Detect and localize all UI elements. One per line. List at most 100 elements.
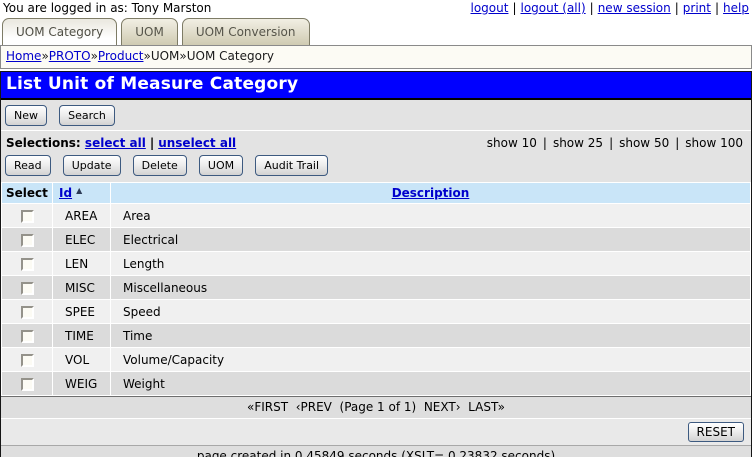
session-links: logout|logout (all)|new session|print|he… <box>471 1 750 15</box>
show-25-link[interactable]: show 25 <box>553 136 603 150</box>
select-cell <box>2 324 52 347</box>
separator: | <box>543 136 547 150</box>
cell-id: AREA <box>53 204 110 227</box>
id-sort-link[interactable]: Id <box>59 186 72 200</box>
delete-button[interactable]: Delete <box>133 155 187 176</box>
cell-description: Speed <box>111 300 750 323</box>
read-button[interactable]: Read <box>5 155 51 176</box>
table-row: ELEC Electrical <box>2 228 750 251</box>
select-cell <box>2 348 52 371</box>
separator: | <box>150 136 154 150</box>
separator: | <box>609 136 613 150</box>
select-cell <box>2 300 52 323</box>
select-cell <box>2 276 52 299</box>
description-sort-link[interactable]: Description <box>392 186 470 200</box>
select-column-header: Select <box>2 183 52 203</box>
page-size-options: show 10 | show 25 | show 50 | show 100 <box>487 136 743 150</box>
row-checkbox[interactable] <box>21 210 34 223</box>
cell-description: Volume/Capacity <box>111 348 750 371</box>
new-session-link[interactable]: new session <box>598 1 671 15</box>
cell-id: TIME <box>53 324 110 347</box>
separator: | <box>512 1 516 15</box>
table-row: TIME Time <box>2 324 750 347</box>
selections-row: Selections: select all | unselect all show… <box>1 131 751 152</box>
page-title: List Unit of Measure Category <box>1 72 751 100</box>
pagination-bar: «FIRST ‹PREV (Page 1 of 1) NEXT› LAST» <box>1 396 751 418</box>
breadcrumb-separator: » <box>91 49 98 63</box>
footer-text: page created in 0.45849 seconds (XSLT= 0… <box>1 446 751 457</box>
table-row: WEIG Weight <box>2 372 750 395</box>
cell-description: Area <box>111 204 750 227</box>
cell-description: Length <box>111 252 750 275</box>
toolbar-actions: Read Update Delete UOM Audit Trail <box>1 152 751 182</box>
login-bar: You are logged in as: Tony Marston logou… <box>0 0 752 16</box>
unselect-all-link[interactable]: unselect all <box>158 136 236 150</box>
cell-description: Weight <box>111 372 750 395</box>
tab-strip: UOM Category UOM UOM Conversion <box>0 16 752 45</box>
logout-all-link[interactable]: logout (all) <box>521 1 586 15</box>
row-checkbox[interactable] <box>21 282 34 295</box>
cell-description: Miscellaneous <box>111 276 750 299</box>
update-button[interactable]: Update <box>63 155 121 176</box>
uom-category-table: Select Id ▲ Description AREA Area ELEC El… <box>1 182 751 396</box>
id-column-header: Id ▲ <box>53 183 110 203</box>
main-panel: List Unit of Measure Category New Search… <box>0 71 752 457</box>
help-link[interactable]: help <box>723 1 749 15</box>
separator: | <box>715 1 719 15</box>
reset-button[interactable]: RESET <box>688 422 744 442</box>
separator: | <box>590 1 594 15</box>
row-checkbox[interactable] <box>21 258 34 271</box>
selections-left: Selections: select all | unselect all <box>6 136 236 150</box>
show-100-link[interactable]: show 100 <box>685 136 743 150</box>
row-checkbox[interactable] <box>21 354 34 367</box>
audit-trail-button[interactable]: Audit Trail <box>255 155 328 176</box>
cell-description: Time <box>111 324 750 347</box>
select-cell <box>2 204 52 227</box>
row-checkbox[interactable] <box>21 378 34 391</box>
tab-uom-category[interactable]: UOM Category <box>2 18 117 45</box>
cell-id: SPEE <box>53 300 110 323</box>
show-50-link[interactable]: show 50 <box>619 136 669 150</box>
uom-button[interactable]: UOM <box>199 155 243 176</box>
table-row: SPEE Speed <box>2 300 750 323</box>
print-link[interactable]: print <box>683 1 711 15</box>
table-row: MISC Miscellaneous <box>2 276 750 299</box>
breadcrumb-product[interactable]: Product <box>98 49 144 63</box>
breadcrumb-home[interactable]: Home <box>6 49 41 63</box>
table-row: LEN Length <box>2 252 750 275</box>
select-all-link[interactable]: select all <box>85 136 146 150</box>
breadcrumb-separator: » <box>143 49 150 63</box>
breadcrumb-uom: UOM <box>151 49 180 63</box>
breadcrumb: Home»PROTO»Product»UOM»UOM Category <box>0 45 752 69</box>
row-checkbox[interactable] <box>21 306 34 319</box>
row-checkbox[interactable] <box>21 330 34 343</box>
separator: | <box>675 136 679 150</box>
breadcrumb-separator: » <box>179 49 186 63</box>
select-cell <box>2 372 52 395</box>
logout-link[interactable]: logout <box>471 1 509 15</box>
selections-label: Selections: <box>6 136 81 150</box>
cell-id: MISC <box>53 276 110 299</box>
breadcrumb-current: UOM Category <box>187 49 274 63</box>
search-button[interactable]: Search <box>59 105 115 126</box>
reset-row: RESET <box>1 418 751 446</box>
table-row: VOL Volume/Capacity <box>2 348 750 371</box>
cell-id: LEN <box>53 252 110 275</box>
breadcrumb-proto[interactable]: PROTO <box>49 49 91 63</box>
row-checkbox[interactable] <box>21 234 34 247</box>
separator: | <box>675 1 679 15</box>
toolbar-top: New Search <box>1 100 751 131</box>
cell-id: VOL <box>53 348 110 371</box>
tab-uom[interactable]: UOM <box>121 18 178 45</box>
table-row: AREA Area <box>2 204 750 227</box>
cell-description: Electrical <box>111 228 750 251</box>
sort-asc-icon: ▲ <box>76 186 82 195</box>
new-button[interactable]: New <box>5 105 47 126</box>
select-cell <box>2 252 52 275</box>
page: You are logged in as: Tony Marston logou… <box>0 0 752 457</box>
show-10-link[interactable]: show 10 <box>487 136 537 150</box>
breadcrumb-separator: » <box>41 49 48 63</box>
table-header-row: Select Id ▲ Description <box>2 183 750 203</box>
logged-in-text: You are logged in as: Tony Marston <box>3 1 211 15</box>
tab-uom-conversion[interactable]: UOM Conversion <box>182 18 310 45</box>
